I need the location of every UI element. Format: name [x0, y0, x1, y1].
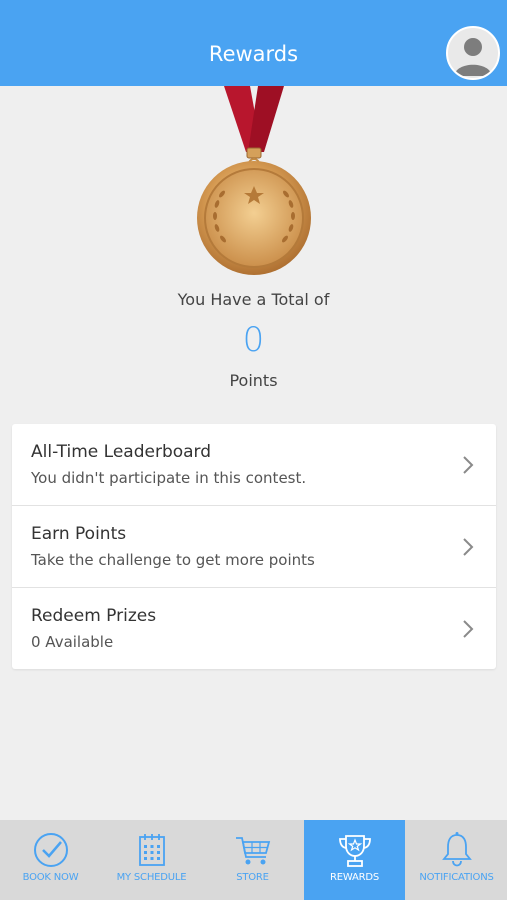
nav-label: REWARDS	[329, 872, 380, 883]
earn-points-row[interactable]: Earn Points Take the challenge to get mo…	[12, 506, 496, 588]
redeem-prizes-row[interactable]: Redeem Prizes 0 Available	[12, 588, 496, 670]
chevron-right-icon	[463, 538, 474, 556]
chevron-right-icon	[463, 620, 474, 638]
nav-label: STORE	[236, 872, 269, 883]
row-title: Redeem Prizes	[31, 606, 157, 626]
nav-notifications[interactable]: NOTIFICATIONS	[406, 820, 507, 900]
row-title: Earn Points	[31, 524, 127, 544]
leaderboard-row[interactable]: All-Time Leaderboard You didn't particip…	[12, 424, 496, 506]
bell-icon	[441, 832, 472, 867]
row-subtitle: Take the challenge to get more points	[31, 551, 315, 569]
app-header: Rewards	[0, 0, 507, 86]
check-circle-icon	[33, 833, 68, 867]
chevron-right-icon	[463, 456, 474, 474]
points-total-label: You Have a Total of	[177, 290, 330, 309]
user-icon	[454, 38, 492, 76]
nav-label: BOOK NOW	[22, 872, 79, 883]
nav-my-schedule[interactable]: MY SCHEDULE	[101, 820, 202, 900]
nav-label: NOTIFICATIONS	[419, 872, 494, 883]
calendar-icon	[138, 834, 165, 866]
rewards-menu-card: All-Time Leaderboard You didn't particip…	[12, 424, 496, 669]
nav-book-now[interactable]: BOOK NOW	[0, 820, 101, 900]
points-unit-label: Points	[229, 371, 278, 390]
nav-rewards[interactable]: REWARDS	[304, 820, 405, 900]
nav-label: MY SCHEDULE	[116, 872, 187, 883]
page-title: Rewards	[208, 42, 299, 66]
medal-icon	[197, 86, 311, 275]
nav-store[interactable]: STORE	[202, 820, 303, 900]
row-subtitle: You didn't participate in this contest.	[31, 469, 307, 487]
cart-icon	[235, 837, 270, 865]
trophy-icon	[338, 835, 371, 867]
avatar[interactable]	[446, 26, 500, 80]
points-value: 0	[242, 320, 265, 360]
row-subtitle: 0 Available	[31, 633, 114, 651]
row-title: All-Time Leaderboard	[31, 442, 212, 462]
bottom-nav: BOOK NOW MY SCHEDULE STORE REWARDS NOTIF…	[0, 820, 507, 900]
